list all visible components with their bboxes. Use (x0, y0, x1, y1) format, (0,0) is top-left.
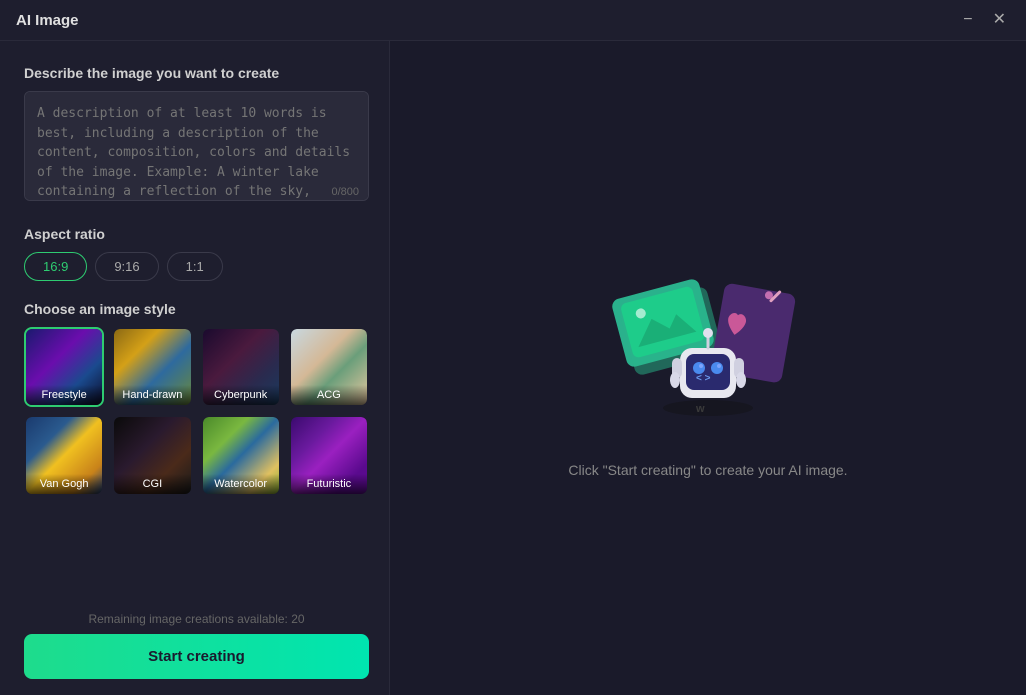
minimize-button[interactable]: − (959, 10, 976, 30)
svg-text:< >: < > (696, 373, 711, 384)
char-count: 0/800 (331, 186, 359, 198)
bottom-section: Remaining image creations available: 20 … (24, 612, 369, 679)
start-creating-button[interactable]: Start creating (24, 634, 369, 679)
left-panel: Describe the image you want to create 0/… (0, 41, 390, 695)
right-placeholder-text: Click "Start creating" to create your AI… (568, 462, 847, 478)
style-section: Choose an image style Freestyle Hand-dra… (24, 301, 369, 496)
style-label-watercolor: Watercolor (203, 474, 279, 494)
style-item-watercolor[interactable]: Watercolor (201, 415, 281, 495)
description-textarea[interactable] (24, 91, 369, 201)
window-title: AI Image (16, 12, 79, 29)
remaining-text: Remaining image creations available: 20 (24, 612, 369, 626)
main-window: AI Image − ✕ Describe the image you want… (0, 0, 1026, 695)
textarea-wrapper: 0/800 (24, 91, 369, 206)
style-label: Choose an image style (24, 301, 369, 317)
aspect-section: Aspect ratio 16:9 9:16 1:1 (24, 226, 369, 281)
style-item-cgi[interactable]: CGI (112, 415, 192, 495)
content-area: Describe the image you want to create 0/… (0, 41, 1026, 695)
window-controls: − ✕ (959, 10, 1010, 30)
describe-label: Describe the image you want to create (24, 65, 369, 81)
style-label-acg: ACG (291, 385, 367, 405)
robot-illustration: < > w (598, 258, 818, 438)
aspect-label: Aspect ratio (24, 226, 369, 242)
aspect-btn-1x1[interactable]: 1:1 (167, 252, 223, 281)
style-item-futuristic[interactable]: Futuristic (289, 415, 369, 495)
style-item-freestyle[interactable]: Freestyle (24, 327, 104, 407)
aspect-btn-16x9[interactable]: 16:9 (24, 252, 87, 281)
style-label-handdrawn: Hand-drawn (114, 385, 190, 405)
style-item-handdrawn[interactable]: Hand-drawn (112, 327, 192, 407)
right-panel: < > w Click "Start creating" to create (390, 41, 1026, 695)
aspect-buttons: 16:9 9:16 1:1 (24, 252, 369, 281)
style-label-cgi: CGI (114, 474, 190, 494)
style-label-vangogh: Van Gogh (26, 474, 102, 494)
style-label-futuristic: Futuristic (291, 474, 367, 494)
aspect-btn-9x16[interactable]: 9:16 (95, 252, 158, 281)
style-label-freestyle: Freestyle (26, 385, 102, 405)
style-label-cyberpunk: Cyberpunk (203, 385, 279, 405)
style-item-cyberpunk[interactable]: Cyberpunk (201, 327, 281, 407)
titlebar: AI Image − ✕ (0, 0, 1026, 41)
style-item-vangogh[interactable]: Van Gogh (24, 415, 104, 495)
style-item-acg[interactable]: ACG (289, 327, 369, 407)
close-button[interactable]: ✕ (989, 10, 1010, 30)
style-grid: Freestyle Hand-drawn Cyberpunk ACG (24, 327, 369, 496)
